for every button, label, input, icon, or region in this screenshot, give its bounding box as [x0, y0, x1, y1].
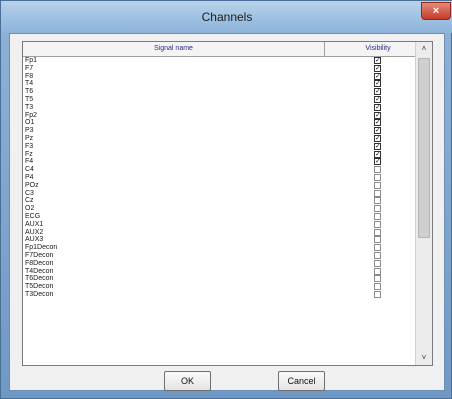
channel-row: POz	[23, 181, 413, 190]
visibility-checkbox[interactable]	[374, 228, 381, 236]
cancel-button[interactable]: Cancel	[278, 371, 325, 391]
channel-row: F7Decon	[23, 251, 413, 260]
channel-row: T5 ✓	[23, 95, 413, 104]
vertical-scrollbar[interactable]: ˄ ˅	[415, 42, 432, 365]
visibility-checkbox[interactable]: ✓	[374, 64, 381, 72]
visibility-checkbox[interactable]: ✓	[374, 80, 381, 88]
visibility-checkbox[interactable]	[374, 244, 381, 252]
dialog-client-area: Signal name Visibility Fp1 ✓ F7 ✓ F8 ✓ T4 ✓ T6 ✓ T…	[9, 33, 445, 391]
channels-dialog: Channels × Signal name Visibility Fp1 ✓ F7…	[0, 0, 452, 399]
channel-row: Fp1 ✓	[23, 57, 413, 65]
visibility-checkbox[interactable]	[374, 236, 381, 244]
channel-row: O2	[23, 205, 413, 213]
visibility-checkbox[interactable]: ✓	[374, 72, 381, 80]
visibility-checkbox[interactable]: ✓	[374, 142, 381, 150]
visibility-checkbox[interactable]: ✓	[374, 57, 381, 64]
channel-name: T3Decon	[25, 290, 54, 298]
title-bar: Channels ×	[1, 1, 452, 33]
channel-row: T3Decon	[23, 290, 413, 299]
visibility-checkbox[interactable]	[374, 197, 381, 205]
channel-row: P4	[23, 173, 413, 182]
channel-row: F8 ✓	[23, 72, 413, 81]
channel-row: AUX3	[23, 236, 413, 244]
visibility-checkbox[interactable]: ✓	[374, 158, 381, 166]
channel-row: Fp1Decon	[23, 244, 413, 252]
visibility-checkbox[interactable]: ✓	[374, 134, 381, 142]
channel-row: AUX1	[23, 220, 413, 229]
scroll-up-arrow-icon[interactable]: ˄	[416, 42, 432, 56]
visibility-checkbox[interactable]	[374, 181, 381, 189]
channel-row: T3 ✓	[23, 103, 413, 112]
channel-row: F7 ✓	[23, 64, 413, 73]
visibility-checkbox[interactable]	[374, 212, 381, 220]
visibility-checkbox[interactable]	[374, 205, 381, 213]
channel-list: Signal name Visibility Fp1 ✓ F7 ✓ F8 ✓ T4 ✓ T6 ✓ T…	[22, 41, 433, 366]
channel-rows: Fp1 ✓ F7 ✓ F8 ✓ T4 ✓ T6 ✓ T5 ✓ T3 ✓ Fp2 ✓ O1 ✓ P3 ✓ Pz ✓ F3 ✓ Fz…	[23, 57, 413, 299]
ok-button[interactable]: OK	[164, 371, 211, 391]
visibility-checkbox[interactable]: ✓	[374, 88, 381, 96]
visibility-checkbox[interactable]	[374, 259, 381, 267]
visibility-checkbox[interactable]	[374, 290, 381, 298]
channel-row: T6Decon	[23, 275, 413, 283]
dialog-title: Channels	[201, 10, 253, 24]
visibility-checkbox[interactable]: ✓	[374, 119, 381, 127]
visibility-checkbox[interactable]	[374, 283, 381, 291]
channel-row: T6 ✓	[23, 88, 413, 96]
visibility-checkbox[interactable]	[374, 275, 381, 283]
visibility-checkbox[interactable]	[374, 251, 381, 259]
visibility-checkbox[interactable]: ✓	[374, 95, 381, 103]
channel-row: C4	[23, 166, 413, 174]
close-button[interactable]: ×	[421, 2, 451, 20]
visibility-checkbox[interactable]: ✓	[374, 103, 381, 111]
channel-row: F4 ✓	[23, 158, 413, 166]
channel-row: T4 ✓	[23, 80, 413, 88]
channel-row: T5Decon	[23, 283, 413, 291]
channel-row: Fp2 ✓	[23, 111, 413, 120]
list-header: Signal name Visibility	[23, 42, 432, 57]
channel-row: AUX2	[23, 228, 413, 237]
column-header-signal-name[interactable]: Signal name	[23, 42, 325, 56]
visibility-checkbox[interactable]: ✓	[374, 127, 381, 135]
visibility-checkbox[interactable]	[374, 220, 381, 228]
scroll-down-arrow-icon[interactable]: ˅	[416, 351, 432, 365]
visibility-checkbox[interactable]	[374, 173, 381, 181]
channel-row: C3	[23, 189, 413, 198]
visibility-checkbox[interactable]: ✓	[374, 150, 381, 158]
channel-row: Pz ✓	[23, 134, 413, 143]
channel-row: O1 ✓	[23, 119, 413, 127]
channel-row: ECG	[23, 212, 413, 221]
channel-row: F8Decon	[23, 259, 413, 268]
visibility-checkbox[interactable]	[374, 267, 381, 275]
channel-row: P3 ✓	[23, 127, 413, 135]
channel-row: F3 ✓	[23, 142, 413, 151]
channel-row: Cz	[23, 197, 413, 205]
channel-row: Fz ✓	[23, 150, 413, 159]
channel-row: T4Decon	[23, 267, 413, 276]
visibility-checkbox[interactable]	[374, 189, 381, 197]
visibility-checkbox[interactable]	[374, 166, 381, 174]
scroll-thumb[interactable]	[418, 58, 430, 238]
visibility-checkbox[interactable]: ✓	[374, 111, 381, 119]
